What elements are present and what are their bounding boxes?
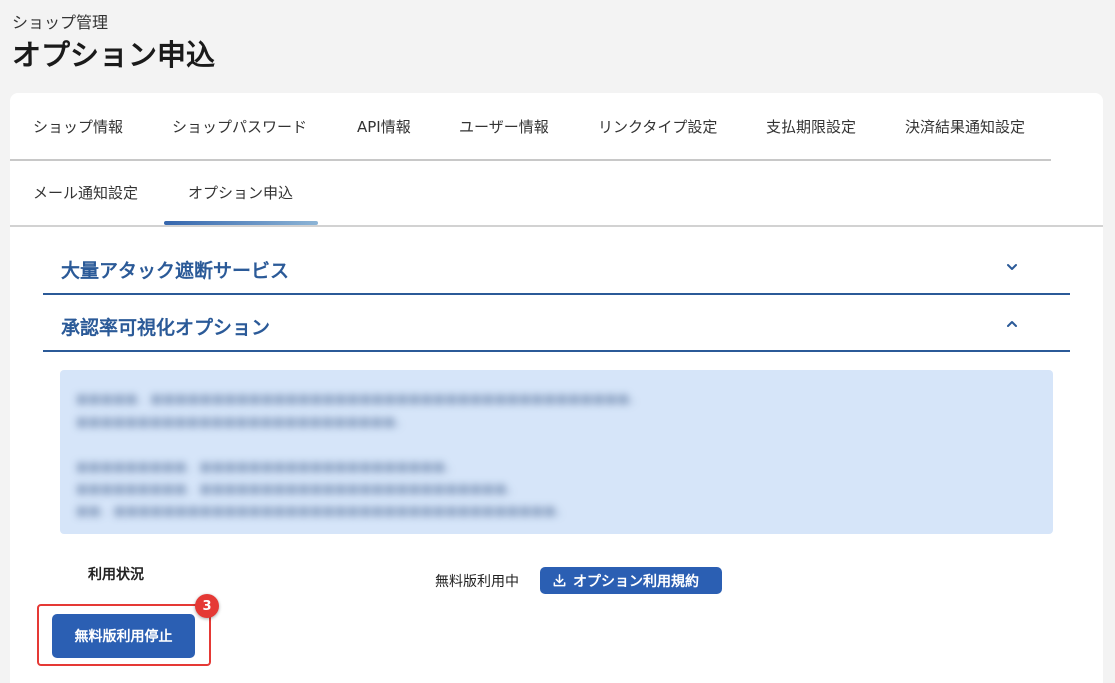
tabs-divider-row1: [10, 159, 1051, 161]
tab-user-info[interactable]: ユーザー情報: [459, 116, 549, 137]
blurred-line: ■■■■■■■■■■■■■■■■■■■■■■■■■■。: [76, 415, 409, 430]
main-card: ショップ情報 ショップパスワード API情報 ユーザー情報 リンクタイプ設定 支…: [10, 93, 1103, 683]
blurred-line: ■■、■■■■■■■■■■■■■■■■■■■■■■■■■■■■■■■■■■■■。: [76, 504, 569, 519]
tab-option-application[interactable]: オプション申込: [188, 182, 293, 203]
chevron-up-icon: [1007, 321, 1017, 327]
tab-payment-deadline-settings[interactable]: 支払期限設定: [766, 116, 856, 137]
accordion-title: 大量アタック遮断サービス: [61, 260, 290, 282]
usage-status-label: 利用状況: [88, 567, 144, 583]
blurred-line: ■■■■■、■■■■■■■■■■■■■■■■■■■■■■■■■■■■■■■■■■…: [76, 392, 643, 407]
download-icon: [553, 574, 566, 587]
option-terms-label: オプション利用規約: [573, 573, 699, 590]
step-badge: 3: [195, 594, 219, 618]
accordion-title: 承認率可視化オプション: [61, 317, 271, 339]
usage-status-value: 無料版利用中: [435, 574, 519, 590]
tab-shop-password[interactable]: ショップパスワード: [172, 116, 307, 137]
page-title: オプション申込: [12, 38, 216, 72]
blurred-line: ■■■■■■■■■、■■■■■■■■■■■■■■■■■■■■■■■■■。: [76, 482, 520, 497]
tab-mail-notification[interactable]: メール通知設定: [33, 182, 138, 203]
breadcrumb: ショップ管理: [12, 13, 109, 32]
blurred-line: ■■■■■■■■■、■■■■■■■■■■■■■■■■■■■■。: [76, 460, 459, 475]
stop-free-plan-button[interactable]: 無料版利用停止: [52, 614, 195, 658]
tab-api-info[interactable]: API情報: [357, 116, 411, 137]
chevron-down-icon: [1007, 264, 1017, 270]
option-description-box: ■■■■■、■■■■■■■■■■■■■■■■■■■■■■■■■■■■■■■■■■…: [60, 370, 1053, 534]
accordion-approval-rate[interactable]: 承認率可視化オプション: [43, 296, 1070, 352]
tab-shop-info[interactable]: ショップ情報: [33, 116, 123, 137]
option-terms-button[interactable]: オプション利用規約: [540, 567, 722, 594]
tab-payment-result-notification[interactable]: 決済結果通知設定: [905, 116, 1025, 137]
tab-link-type-settings[interactable]: リンクタイプ設定: [598, 116, 717, 137]
tabs-divider-row2: [10, 225, 1103, 227]
accordion-attack-blocking[interactable]: 大量アタック遮断サービス: [43, 239, 1070, 295]
